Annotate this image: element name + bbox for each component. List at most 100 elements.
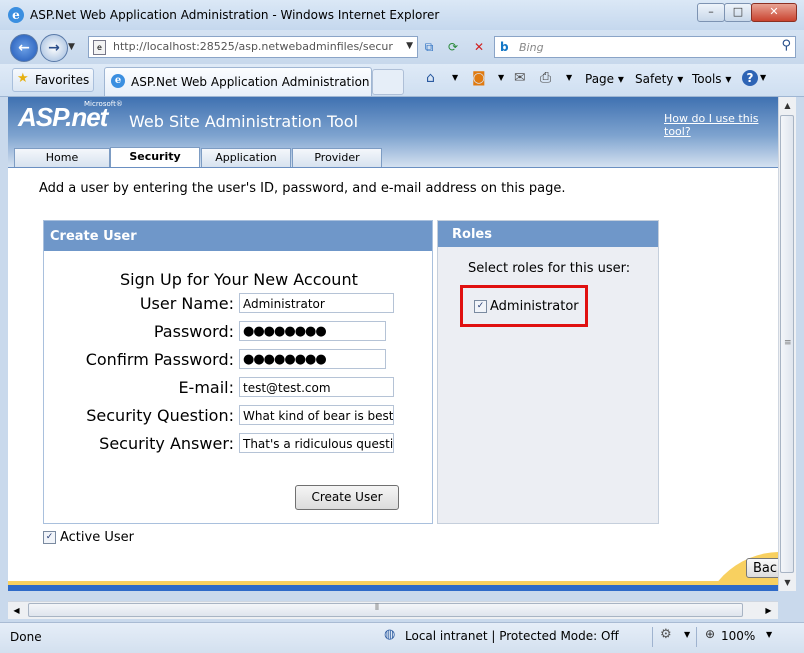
forward-button[interactable]: → [40, 34, 68, 62]
window-title: ASP.Net Web Application Administration -… [30, 8, 440, 22]
roles-instructions: Select roles for this user: [468, 261, 631, 276]
grip-icon: ≡ [784, 338, 792, 348]
help-icon[interactable]: ? [742, 70, 758, 86]
zoom-dropdown-icon[interactable]: ▼ [766, 630, 772, 639]
create-user-panel-header: Create User [44, 221, 432, 251]
safety-menu-label: Safety [635, 72, 674, 86]
status-text: Done [10, 630, 42, 644]
vertical-scroll-thumb[interactable]: ≡ [780, 115, 794, 573]
star-icon: ★ [17, 71, 29, 86]
search-input[interactable]: Bing [519, 41, 544, 54]
stop-icon[interactable]: ✕ [470, 38, 488, 56]
roles-title: Roles [452, 227, 492, 242]
email-label: E-mail: [178, 378, 234, 397]
ie-logo-icon: e [111, 74, 125, 88]
scroll-up-icon[interactable]: ▲ [779, 97, 796, 114]
read-mail-icon[interactable]: ✉ [514, 70, 526, 86]
vertical-scrollbar[interactable]: ▲ ≡ ▼ [778, 97, 796, 591]
active-user-checkbox[interactable]: ✓ [43, 531, 56, 544]
home-dropdown-icon[interactable]: ▼ [452, 73, 458, 82]
confirm-password-label: Confirm Password: [85, 350, 234, 369]
create-user-button[interactable]: Create User [295, 485, 399, 510]
horizontal-scroll-thumb[interactable]: ⦀ [28, 603, 743, 617]
address-bar[interactable]: e http://localhost:28525/asp.netwebadmin… [88, 36, 418, 58]
new-tab-button[interactable] [372, 69, 404, 95]
security-answer-label: Security Answer: [99, 434, 234, 453]
security-dropdown-icon[interactable]: ▼ [684, 630, 690, 639]
footer-stripe-blue [8, 585, 778, 591]
page-viewport: ASP.net Microsoft® Web Site Administrati… [8, 97, 778, 591]
help-dropdown-icon[interactable]: ▼ [760, 73, 766, 82]
scroll-right-icon[interactable]: ▶ [760, 602, 777, 619]
status-bar: Done ◍ Local intranet | Protected Mode: … [0, 622, 804, 653]
active-user-label: Active User [60, 530, 134, 545]
scroll-down-icon[interactable]: ▼ [779, 574, 796, 591]
search-box[interactable]: b Bing ⚲ [494, 36, 796, 58]
recent-pages-dropdown-icon[interactable]: ▼ [68, 42, 75, 52]
page-icon: e [93, 40, 106, 55]
create-user-panel: Create User Sign Up for Your New Account… [43, 220, 433, 524]
browser-tab-title: ASP.Net Web Application Administration [131, 75, 370, 89]
tab-security[interactable]: Security [110, 147, 200, 168]
status-divider [652, 627, 653, 647]
feeds-dropdown-icon[interactable]: ▼ [498, 73, 504, 82]
security-question-input[interactable]: What kind of bear is best? [239, 405, 394, 425]
address-dropdown-icon[interactable]: ▼ [406, 41, 413, 51]
zoom-level[interactable]: 100% [721, 629, 755, 643]
home-icon[interactable]: ⌂ [426, 70, 435, 86]
confirm-password-input[interactable]: ●●●●●●●● [239, 349, 386, 369]
feeds-icon[interactable]: ◙ [472, 70, 486, 86]
page-menu[interactable]: Page ▾ [585, 72, 624, 86]
scroll-left-icon[interactable]: ◀ [8, 602, 25, 619]
role-administrator-checkbox[interactable]: ✓ [474, 300, 487, 313]
address-input[interactable]: http://localhost:28525/asp.netwebadminfi… [113, 40, 393, 53]
signup-heading: Sign Up for Your New Account [120, 270, 358, 289]
help-link[interactable]: How do I use this tool? [664, 112, 778, 138]
bing-icon: b [500, 40, 509, 54]
close-window-button[interactable]: ✕ [751, 3, 797, 22]
header-divider [8, 167, 778, 168]
zoom-icon[interactable]: ⊕ [705, 627, 715, 641]
favorites-label: Favorites [35, 73, 90, 87]
email-input[interactable]: test@test.com [239, 377, 394, 397]
password-label: Password: [153, 322, 234, 341]
tool-title: Web Site Administration Tool [129, 112, 359, 131]
print-icon[interactable]: ⎙ [540, 70, 551, 86]
page-instructions: Add a user by entering the user's ID, pa… [39, 181, 566, 196]
horizontal-scrollbar[interactable]: ◀ ⦀ ▶ [8, 601, 778, 619]
print-dropdown-icon[interactable]: ▼ [566, 73, 572, 82]
password-input[interactable]: ●●●●●●●● [239, 321, 386, 341]
compatibility-view-icon[interactable]: ⧉ [420, 38, 438, 56]
grip-icon: ⦀ [375, 603, 379, 613]
status-divider [696, 627, 697, 647]
ie-logo-icon: e [8, 7, 24, 23]
role-administrator-label: Administrator [490, 299, 579, 314]
site-header: ASP.net Microsoft® Web Site Administrati… [8, 97, 778, 168]
page-menu-label: Page [585, 72, 615, 86]
roles-panel: Roles Select roles for this user: ✓ Admi… [437, 220, 659, 524]
back-page-button[interactable]: Back [746, 558, 778, 578]
tab-home[interactable]: Home [14, 148, 110, 167]
search-icon[interactable]: ⚲ [781, 38, 791, 53]
safety-menu[interactable]: Safety ▾ [635, 72, 683, 86]
create-user-title: Create User [50, 229, 137, 244]
refresh-icon[interactable]: ⟳ [444, 38, 462, 56]
microsoft-mark: Microsoft® [84, 100, 123, 108]
minimize-button[interactable]: – [697, 3, 725, 22]
tab-provider[interactable]: Provider [292, 148, 382, 167]
security-answer-input[interactable]: That's a ridiculous question [239, 433, 394, 453]
browser-tab[interactable]: e ASP.Net Web Application Administration [104, 67, 372, 96]
roles-panel-header: Roles [438, 221, 658, 247]
globe-icon: ◍ [384, 627, 396, 642]
security-question-label: Security Question: [86, 406, 234, 425]
username-label: User Name: [139, 294, 234, 313]
favorites-button[interactable]: ★ Favorites [12, 68, 94, 92]
tools-menu[interactable]: Tools ▾ [692, 72, 731, 86]
tab-application[interactable]: Application [201, 148, 291, 167]
security-zone[interactable]: Local intranet | Protected Mode: Off [405, 629, 619, 643]
tools-menu-label: Tools [692, 72, 722, 86]
maximize-button[interactable]: □ [724, 3, 752, 22]
back-button[interactable]: ← [10, 34, 38, 62]
security-icon[interactable]: ⚙ [660, 627, 672, 642]
username-input[interactable]: Administrator [239, 293, 394, 313]
